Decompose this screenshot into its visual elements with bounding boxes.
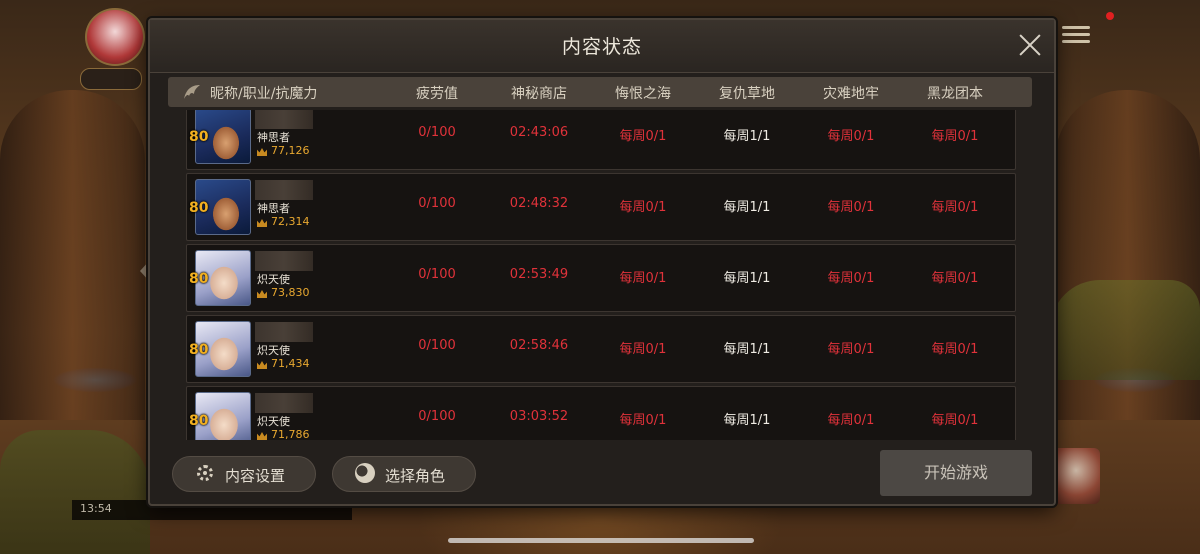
notification-dot	[1106, 12, 1114, 20]
character-job: 炽天使	[257, 273, 290, 286]
character-level: 80	[189, 413, 209, 429]
fatigue-value: 0/100	[418, 409, 456, 424]
revenge-grass-value: 每周1/1	[723, 129, 771, 144]
character-job: 神思者	[257, 131, 290, 144]
menu-icon[interactable]	[1062, 22, 1090, 44]
black-dragon-value: 每周0/1	[931, 200, 979, 215]
dialog-title: 内容状态	[561, 36, 642, 58]
character-power: 72,314	[271, 215, 310, 228]
character-row[interactable]: 80 炽天使 71,434 0/100 02:58:46 每周0/1 每周1/1…	[186, 315, 1016, 383]
character-power: 71,434	[271, 357, 310, 370]
character-icon	[355, 463, 375, 483]
fatigue-value: 0/100	[418, 125, 456, 140]
disaster-prison-value: 每周0/1	[827, 200, 875, 215]
column-name: 昵称/职业/抗魔力	[210, 86, 318, 102]
column-header-bar: 昵称/职业/抗魔力 疲劳值 神秘商店 悔恨之海 复仇草地 灾难地牢 黑龙团本	[168, 77, 1032, 107]
shop-timer: 02:53:49	[509, 267, 569, 282]
column-fatigue: 疲劳值	[416, 86, 458, 102]
regret-sea-value: 每周0/1	[619, 271, 667, 286]
regret-sea-value: 每周0/1	[619, 342, 667, 357]
crown-icon	[257, 290, 267, 298]
character-name-redacted	[255, 393, 313, 413]
player-avatar[interactable]	[85, 8, 145, 66]
character-name-redacted	[255, 180, 313, 200]
background-archway-left	[0, 90, 145, 420]
column-disaster-prison: 灾难地牢	[823, 86, 879, 102]
character-level: 80	[189, 129, 209, 145]
background-foliage-right	[1050, 280, 1200, 380]
content-settings-button[interactable]: 内容设置	[172, 456, 316, 492]
event-gift-icon[interactable]	[1052, 448, 1100, 504]
select-character-button[interactable]: 选择角色	[332, 456, 476, 492]
revenge-grass-value: 每周1/1	[723, 200, 771, 215]
character-level: 80	[189, 271, 209, 287]
dialog-footer: 内容设置 选择角色 开始游戏	[150, 440, 1054, 504]
system-time: 13:54	[80, 502, 112, 515]
background-foliage-left	[0, 430, 150, 554]
black-dragon-value: 每周0/1	[931, 271, 979, 286]
crown-icon	[257, 432, 267, 440]
character-power: 73,830	[271, 286, 310, 299]
character-level: 80	[189, 342, 209, 358]
disaster-prison-value: 每周0/1	[827, 271, 875, 286]
crown-icon	[257, 219, 267, 227]
character-name-redacted	[255, 322, 313, 342]
character-row[interactable]: 80 炽天使 73,830 0/100 02:53:49 每周0/1 每周1/1…	[186, 244, 1016, 312]
column-black-dragon: 黑龙团本	[927, 86, 983, 102]
disaster-prison-value: 每周0/1	[827, 342, 875, 357]
gear-icon	[197, 465, 213, 481]
close-icon[interactable]	[1018, 32, 1042, 56]
select-character-label: 选择角色	[385, 467, 446, 485]
content-status-dialog: 内容状态 昵称/职业/抗魔力 疲劳值 神秘商店 悔恨之海 复仇草地 灾难地牢 黑…	[148, 18, 1056, 506]
character-name-redacted	[255, 251, 313, 271]
player-status-pill[interactable]	[80, 68, 142, 90]
revenge-grass-value: 每周1/1	[723, 413, 771, 428]
character-row[interactable]: 80 炽天使 71,786 0/100 03:03:52 每周0/1 每周1/1…	[186, 386, 1016, 440]
character-row[interactable]: 80 神思者 72,314 0/100 02:48:32 每周0/1 每周1/1…	[186, 173, 1016, 241]
column-regret-sea: 悔恨之海	[615, 86, 671, 102]
black-dragon-value: 每周0/1	[931, 129, 979, 144]
dialog-header: 内容状态	[150, 20, 1054, 73]
character-level: 80	[189, 200, 209, 216]
character-list[interactable]: 80 神思者 77,126 0/100 02:43:06 每周0/1 每周1/1…	[186, 110, 1016, 440]
shop-timer: 02:58:46	[509, 338, 569, 353]
character-row[interactable]: 80 神思者 77,126 0/100 02:43:06 每周0/1 每周1/1…	[186, 110, 1016, 170]
crown-icon	[257, 148, 267, 156]
character-power: 71,786	[271, 428, 310, 440]
regret-sea-value: 每周0/1	[619, 200, 667, 215]
home-indicator[interactable]	[448, 538, 754, 543]
start-game-button[interactable]: 开始游戏	[880, 450, 1032, 496]
revenge-grass-value: 每周1/1	[723, 271, 771, 286]
disaster-prison-value: 每周0/1	[827, 413, 875, 428]
wing-icon	[184, 85, 200, 99]
regret-sea-value: 每周0/1	[619, 413, 667, 428]
content-settings-label: 内容设置	[225, 467, 286, 485]
fatigue-value: 0/100	[418, 267, 456, 282]
revenge-grass-value: 每周1/1	[723, 342, 771, 357]
shop-timer: 02:48:32	[509, 196, 569, 211]
disaster-prison-value: 每周0/1	[827, 129, 875, 144]
column-revenge-grass: 复仇草地	[719, 86, 775, 102]
black-dragon-value: 每周0/1	[931, 342, 979, 357]
regret-sea-value: 每周0/1	[619, 129, 667, 144]
fatigue-value: 0/100	[418, 196, 456, 211]
game-scene: 13:54 内容状态 昵称/职业/抗魔力 疲劳值 神秘商店 悔恨之海 复仇草地 …	[0, 0, 1200, 554]
character-name-redacted	[255, 110, 313, 129]
column-shop: 神秘商店	[511, 86, 567, 102]
character-power: 77,126	[271, 144, 310, 157]
black-dragon-value: 每周0/1	[931, 413, 979, 428]
character-job: 炽天使	[257, 344, 290, 357]
crown-icon	[257, 361, 267, 369]
fatigue-value: 0/100	[418, 338, 456, 353]
shop-timer: 03:03:52	[509, 409, 569, 424]
character-job: 炽天使	[257, 415, 290, 428]
shop-timer: 02:43:06	[509, 125, 569, 140]
character-job: 神思者	[257, 202, 290, 215]
